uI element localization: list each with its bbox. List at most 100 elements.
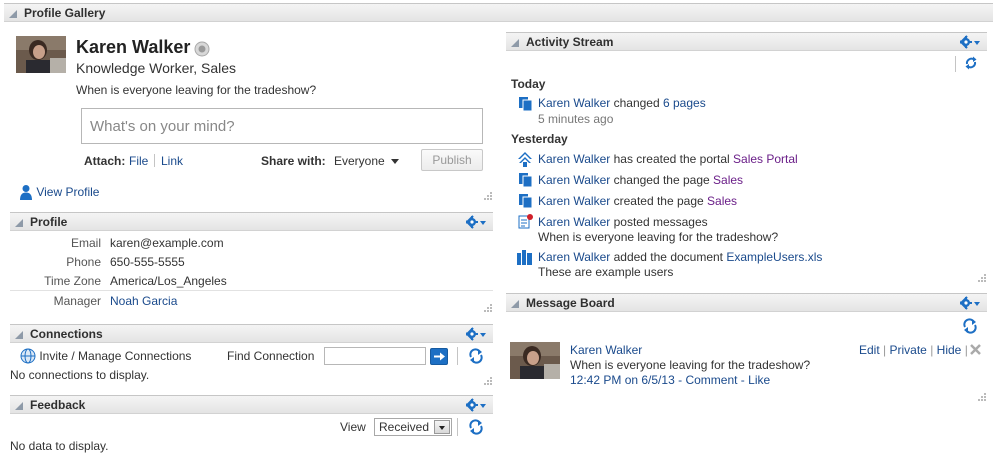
resize-grip-icon[interactable] bbox=[484, 304, 492, 312]
activity-actor-link[interactable]: Karen Walker bbox=[538, 194, 610, 208]
resize-grip-icon[interactable] bbox=[978, 393, 986, 401]
share-with-value: Everyone bbox=[334, 154, 385, 168]
activity-text: added the document bbox=[613, 250, 724, 264]
view-label: View bbox=[340, 420, 366, 434]
activity-entry: Karen Walker added the document ExampleU… bbox=[538, 250, 822, 264]
activity-verb: changed bbox=[613, 96, 660, 110]
like-link[interactable]: Like bbox=[748, 373, 770, 387]
profile-gallery-title: Profile Gallery bbox=[24, 6, 106, 20]
profile-timezone-value: America/Los_Angeles bbox=[110, 274, 227, 288]
collapse-triangle-icon[interactable] bbox=[511, 39, 519, 47]
divider: | bbox=[930, 343, 934, 357]
avatar bbox=[510, 342, 560, 379]
share-with-select[interactable]: Everyone bbox=[334, 154, 400, 168]
activity-object-link[interactable]: Sales bbox=[707, 194, 737, 208]
profile-manager-link[interactable]: Noah Garcia bbox=[110, 294, 177, 308]
profile-email-value: karen@example.com bbox=[110, 236, 224, 250]
message-board-title: Message Board bbox=[526, 296, 615, 310]
divider: | bbox=[883, 343, 887, 357]
collapse-triangle-icon[interactable] bbox=[15, 219, 23, 227]
pages-icon bbox=[519, 97, 533, 112]
divider: | bbox=[964, 343, 968, 357]
activity-actor-link[interactable]: Karen Walker bbox=[538, 152, 610, 166]
activity-actor-link[interactable]: Karen Walker bbox=[538, 215, 610, 229]
attach-link-link[interactable]: Link bbox=[161, 154, 183, 168]
message-author-link[interactable]: Karen Walker bbox=[570, 343, 642, 357]
comment-link[interactable]: Comment bbox=[685, 373, 737, 387]
gear-icon[interactable] bbox=[960, 35, 982, 49]
pages-icon bbox=[519, 173, 533, 188]
message-separator: - bbox=[740, 373, 745, 387]
portal-icon bbox=[518, 152, 532, 167]
activity-object-link[interactable]: ExampleUsers.xls bbox=[726, 250, 822, 264]
divider bbox=[154, 154, 155, 167]
activity-object-link[interactable]: Sales Portal bbox=[733, 152, 798, 166]
activity-actor-link[interactable]: Karen Walker bbox=[538, 96, 610, 110]
activity-today-entry: Karen Walker changed 6 pages bbox=[538, 96, 706, 110]
view-profile-link[interactable]: View Profile bbox=[19, 184, 99, 200]
collapse-triangle-icon[interactable] bbox=[15, 402, 23, 410]
refresh-icon[interactable] bbox=[964, 56, 980, 72]
hide-link[interactable]: Hide bbox=[937, 343, 962, 357]
gear-icon[interactable] bbox=[466, 215, 488, 229]
collapse-triangle-icon[interactable] bbox=[9, 10, 17, 18]
attach-file-link[interactable]: File bbox=[129, 154, 148, 168]
profile-role: Knowledge Worker, Sales bbox=[76, 60, 237, 76]
profile-section-title: Profile bbox=[30, 215, 68, 229]
gear-icon[interactable] bbox=[960, 296, 982, 310]
publish-label: Publish bbox=[432, 153, 472, 167]
profile-section-header: Profile bbox=[10, 212, 493, 231]
activity-entry: Karen Walker changed the page Sales bbox=[538, 173, 743, 187]
yesterday-label: Yesterday bbox=[511, 132, 568, 146]
arrow-right-icon bbox=[434, 352, 445, 361]
resize-grip-icon[interactable] bbox=[484, 377, 492, 385]
find-connection-input[interactable] bbox=[324, 347, 426, 365]
connections-empty-text: No connections to display. bbox=[10, 368, 150, 382]
message-separator: - bbox=[678, 373, 683, 387]
resize-grip-icon[interactable] bbox=[484, 192, 492, 200]
refresh-icon[interactable] bbox=[962, 318, 978, 334]
go-button[interactable] bbox=[430, 348, 448, 365]
refresh-icon[interactable] bbox=[468, 348, 484, 364]
share-with-label: Share with: bbox=[261, 154, 326, 168]
activity-stream-header: Activity Stream bbox=[506, 32, 987, 51]
private-link[interactable]: Private bbox=[890, 343, 927, 357]
activity-entry: Karen Walker created the page Sales bbox=[538, 194, 737, 208]
profile-name: Karen Walker bbox=[76, 37, 191, 57]
refresh-icon[interactable] bbox=[468, 419, 484, 435]
edit-link[interactable]: Edit bbox=[859, 343, 880, 357]
resize-grip-icon[interactable] bbox=[978, 274, 986, 282]
post-input[interactable] bbox=[81, 108, 483, 144]
activity-stream-title: Activity Stream bbox=[526, 35, 614, 49]
person-icon bbox=[19, 184, 33, 200]
view-select[interactable]: Received bbox=[374, 418, 452, 436]
gear-icon[interactable] bbox=[466, 327, 488, 341]
activity-detail: When is everyone leaving for the tradesh… bbox=[538, 230, 779, 244]
activity-text: created the page bbox=[613, 194, 704, 208]
activity-time: 5 minutes ago bbox=[538, 112, 614, 126]
activity-entry: Karen Walker posted messages bbox=[538, 215, 708, 229]
view-profile-label[interactable]: View Profile bbox=[36, 185, 99, 199]
invite-connections-link[interactable]: Invite / Manage Connections bbox=[20, 348, 191, 364]
presence-status-icon bbox=[194, 41, 210, 57]
feedback-empty-text: No data to display. bbox=[10, 439, 109, 453]
activity-actor-link[interactable]: Karen Walker bbox=[538, 250, 610, 264]
activity-text: posted messages bbox=[613, 215, 708, 229]
activity-text: has created the portal bbox=[613, 152, 730, 166]
publish-button[interactable]: Publish bbox=[421, 149, 483, 171]
activity-actor-link[interactable]: Karen Walker bbox=[538, 173, 610, 187]
divider bbox=[955, 56, 956, 72]
message-meta: 12:42 PM on 6/5/13 - Comment - Like bbox=[570, 373, 770, 387]
find-connection-label: Find Connection bbox=[227, 349, 315, 363]
avatar bbox=[16, 36, 66, 73]
collapse-triangle-icon[interactable] bbox=[15, 331, 23, 339]
gear-icon[interactable] bbox=[466, 398, 488, 412]
close-icon[interactable] bbox=[970, 344, 981, 355]
message-actions: Edit | Private | Hide | bbox=[859, 343, 968, 357]
profile-manager-label: Manager bbox=[53, 294, 101, 308]
activity-object-link[interactable]: Sales bbox=[713, 173, 743, 187]
activity-object-link[interactable]: 6 pages bbox=[663, 96, 706, 110]
collapse-triangle-icon[interactable] bbox=[511, 300, 519, 308]
divider bbox=[457, 347, 458, 365]
profile-gallery-header: Profile Gallery bbox=[4, 3, 993, 22]
